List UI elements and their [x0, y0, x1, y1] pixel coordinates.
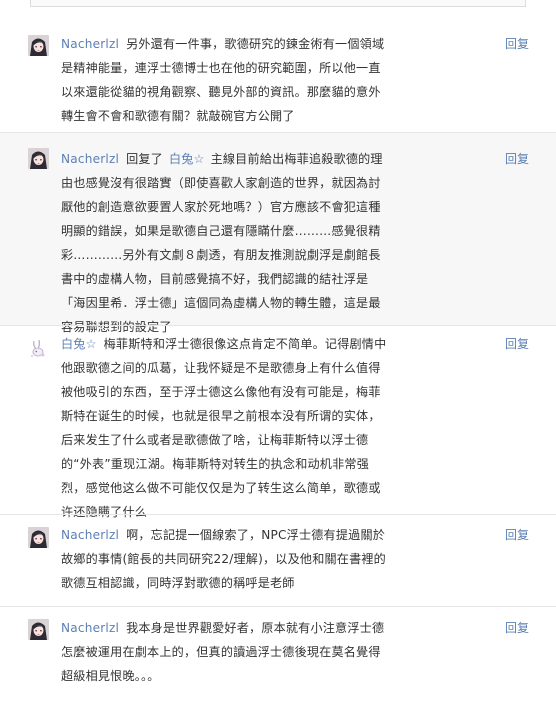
avatar[interactable] — [28, 527, 49, 548]
avatar[interactable] — [28, 35, 49, 56]
comment-body: Nacherlzl 回复了 白兔☆ 主線目前給出梅菲追殺歌德的理由也感覺沒有很踏實（即… — [61, 147, 391, 339]
comment-author[interactable]: 白兔☆ — [61, 337, 97, 351]
comment-thread: Nacherlzl 另外還有一件事，歌德研究的鍊金術有一個領域是精神能量，連浮士德… — [0, 0, 556, 704]
reply-button[interactable]: 回复 — [505, 32, 529, 56]
comment-text: 主線目前給出梅菲追殺歌德的理由也感覺沒有很踏實（即使喜歡人家創造的世界，就因為討… — [61, 152, 383, 334]
avatar[interactable] — [28, 338, 49, 359]
comment-body: Nacherlzl 我本身是世界觀愛好者，原本就有小注意浮士德怎麼被運用在劇本上的… — [61, 616, 391, 688]
comment-body: Nacherlzl 另外還有一件事，歌德研究的鍊金術有一個領域是精神能量，連浮士德… — [61, 32, 391, 128]
avatar[interactable] — [28, 619, 49, 640]
anime-avatar-icon — [28, 148, 49, 169]
reply-button[interactable]: 回复 — [505, 147, 529, 171]
comment-author[interactable]: Nacherlzl — [61, 152, 119, 166]
comment-item: Nacherlzl 啊，忘記提一個線索了，NPC浮士德有提過關於故鄉的事情(館長的… — [0, 514, 556, 606]
comment-body: Nacherlzl 啊，忘記提一個線索了，NPC浮士德有提過關於故鄉的事情(館長的… — [61, 523, 391, 595]
comment-item: Nacherlzl 我本身是世界觀愛好者，原本就有小注意浮士德怎麼被運用在劇本上的… — [0, 606, 556, 704]
anime-avatar-icon — [28, 35, 49, 56]
reply-button[interactable]: 回复 — [505, 523, 529, 547]
reply-indicator: 回复了 — [126, 152, 163, 166]
comment-text: 梅菲斯特和浮士德很像这点肯定不简单。记得剧情中他跟歌德之间的瓜葛，让我怀疑是不是… — [61, 337, 387, 519]
comment-author[interactable]: Nacherlzl — [61, 37, 119, 51]
previous-comment-box-edge — [30, 0, 526, 7]
comment-item: Nacherlzl 回复了 白兔☆ 主線目前給出梅菲追殺歌德的理由也感覺沒有很踏實（即… — [0, 132, 556, 334]
comment-item: Nacherlzl 另外還有一件事，歌德研究的鍊金術有一個領域是精神能量，連浮士德… — [0, 20, 556, 132]
reply-button[interactable]: 回复 — [505, 616, 529, 640]
comment-author[interactable]: Nacherlzl — [61, 621, 119, 635]
comment-author[interactable]: Nacherlzl — [61, 528, 119, 542]
anime-avatar-icon — [28, 527, 49, 548]
anime-avatar-icon — [28, 619, 49, 640]
white-rabbit-avatar-icon — [28, 338, 49, 359]
reply-target-user[interactable]: 白兔☆ — [169, 152, 205, 166]
avatar[interactable] — [28, 148, 49, 169]
comment-body: 白兔☆ 梅菲斯特和浮士德很像这点肯定不简单。记得剧情中他跟歌德之间的瓜葛，让我怀疑… — [61, 332, 391, 524]
reply-button[interactable]: 回复 — [505, 332, 529, 356]
comment-item: 白兔☆ 梅菲斯特和浮士德很像这点肯定不简单。记得剧情中他跟歌德之间的瓜葛，让我怀疑… — [0, 325, 556, 519]
